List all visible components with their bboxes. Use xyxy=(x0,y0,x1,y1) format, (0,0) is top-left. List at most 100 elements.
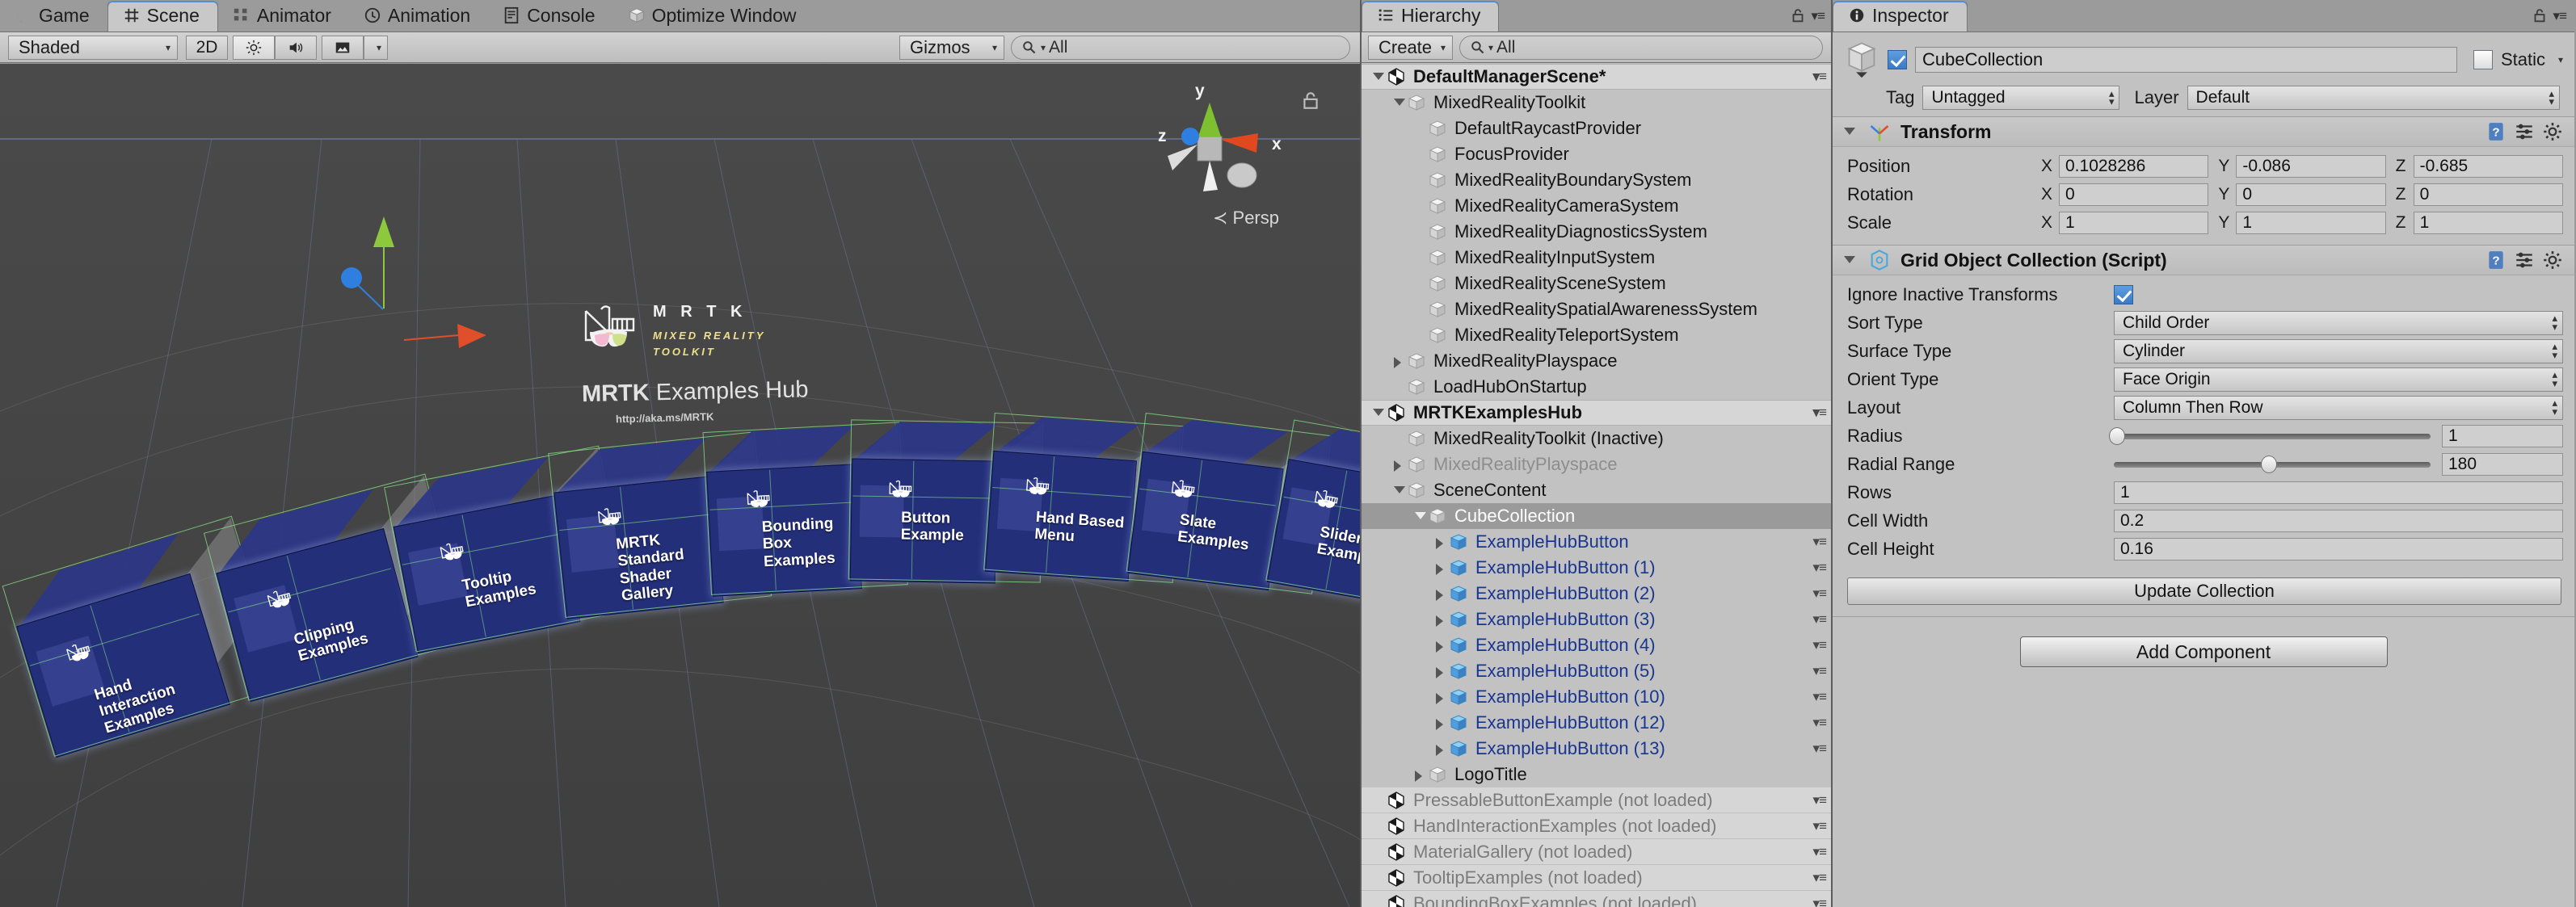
chevron-right-icon[interactable] xyxy=(1433,715,1449,731)
hierarchy-row[interactable]: MRTKExamplesHub▾≡ xyxy=(1362,400,1831,426)
radial-range-input[interactable]: 180 xyxy=(2442,453,2563,476)
menu-icon[interactable]: ▾≡ xyxy=(1813,611,1826,628)
menu-icon[interactable]: ▾≡ xyxy=(1813,560,1826,576)
effects-dropdown-button[interactable]: ▾ xyxy=(364,36,388,60)
hierarchy-row[interactable]: ExampleHubButton (3)▾≡ xyxy=(1362,607,1831,632)
position-x-input[interactable]: 0.1028286 xyxy=(2059,155,2208,178)
tab-scene[interactable]: Scene xyxy=(107,1,218,31)
hierarchy-row[interactable]: TooltipExamples (not loaded)▾≡ xyxy=(1362,865,1831,891)
tab-optimize-window[interactable]: Optimize Window xyxy=(613,1,814,31)
chevron-right-icon[interactable] xyxy=(1433,560,1449,576)
hierarchy-row[interactable]: MaterialGallery (not loaded)▾≡ xyxy=(1362,839,1831,865)
menu-icon[interactable]: ▾≡ xyxy=(2553,8,2566,24)
menu-icon[interactable]: ▾≡ xyxy=(1813,896,1826,907)
add-component-button[interactable]: Add Component xyxy=(2020,636,2388,667)
hierarchy-search-input[interactable]: ▾ All xyxy=(1459,36,1823,60)
scale-x-input[interactable]: 1 xyxy=(2059,212,2208,234)
move-gizmo-z[interactable] xyxy=(331,258,388,314)
chevron-right-icon[interactable] xyxy=(1433,741,1449,757)
hierarchy-row[interactable]: MixedRealityPlayspace xyxy=(1362,348,1831,374)
chevron-down-icon[interactable] xyxy=(1391,482,1407,498)
menu-icon[interactable]: ▾≡ xyxy=(1813,689,1826,705)
menu-icon[interactable]: ▾≡ xyxy=(1813,792,1826,808)
hierarchy-row[interactable]: ExampleHubButton▾≡ xyxy=(1362,529,1831,555)
tab-game[interactable]: Game xyxy=(0,1,107,31)
menu-icon[interactable]: ▾≡ xyxy=(1813,586,1826,602)
grid-collection-component-header[interactable]: Grid Object Collection (Script) ? xyxy=(1833,245,2574,275)
scene-cube[interactable]: Slate Examples xyxy=(1127,451,1283,590)
chevron-right-icon[interactable] xyxy=(1391,456,1407,472)
chevron-right-icon[interactable] xyxy=(1391,353,1407,369)
hierarchy-row[interactable]: ExampleHubButton (1)▾≡ xyxy=(1362,555,1831,581)
hierarchy-row[interactable]: MixedRealityToolkit (Inactive) xyxy=(1362,426,1831,451)
menu-icon[interactable]: ▾≡ xyxy=(1813,663,1826,679)
hierarchy-row[interactable]: ExampleHubButton (5)▾≡ xyxy=(1362,658,1831,684)
scene-cube[interactable]: MRTK Standard Shader Gallery xyxy=(554,476,723,619)
toggle-2d-button[interactable]: 2D xyxy=(186,36,228,60)
menu-icon[interactable]: ▾≡ xyxy=(1813,405,1826,421)
object-name-input[interactable]: CubeCollection xyxy=(1915,47,2457,73)
radius-slider[interactable] xyxy=(2114,426,2431,447)
projection-mode[interactable]: ≺ Persp xyxy=(1213,208,1279,229)
gizmos-dropdown[interactable]: Gizmos ▾ xyxy=(899,36,1004,60)
object-enabled-checkbox[interactable] xyxy=(1888,50,1907,69)
scene-viewport[interactable]: M R T K MIXED REALITY TOOLKIT MRTK Examp… xyxy=(0,64,1360,907)
chevron-right-icon[interactable] xyxy=(1433,663,1449,679)
cell-height-input[interactable]: 0.16 xyxy=(2114,538,2563,561)
radius-input[interactable]: 1 xyxy=(2442,425,2563,447)
help-icon[interactable]: ? xyxy=(2486,121,2507,142)
lighting-toggle-button[interactable] xyxy=(233,36,275,60)
tab-animator[interactable]: Animator xyxy=(218,1,349,31)
scale-z-input[interactable]: 1 xyxy=(2414,212,2563,234)
menu-icon[interactable]: ▾≡ xyxy=(1813,741,1826,757)
rotation-x-input[interactable]: 0 xyxy=(2059,183,2208,206)
hierarchy-row[interactable]: MixedRealitySpatialAwarenessSystem xyxy=(1362,296,1831,322)
surface-type-dropdown[interactable]: Cylinder ▴▾ xyxy=(2114,339,2563,363)
transform-component-header[interactable]: Transform ? xyxy=(1833,116,2574,147)
hierarchy-row[interactable]: DefaultRaycastProvider xyxy=(1362,115,1831,141)
draw-mode-dropdown[interactable]: Shaded ▾ xyxy=(8,36,178,60)
chevron-down-icon[interactable] xyxy=(1412,508,1428,524)
rows-input[interactable]: 1 xyxy=(2114,481,2563,504)
hierarchy-row[interactable]: ExampleHubButton (10)▾≡ xyxy=(1362,684,1831,710)
create-button[interactable]: Create ▾ xyxy=(1368,36,1453,60)
gear-icon[interactable] xyxy=(2542,250,2563,271)
chevron-right-icon[interactable] xyxy=(1433,534,1449,550)
hierarchy-row[interactable]: DefaultManagerScene*▾≡ xyxy=(1362,64,1831,90)
sort-type-dropdown[interactable]: Child Order ▴▾ xyxy=(2114,311,2563,335)
scene-cube[interactable]: Bounding Box Examples xyxy=(706,464,862,596)
hierarchy-row[interactable]: MixedRealityCameraSystem xyxy=(1362,193,1831,219)
tag-dropdown[interactable]: Untagged ▴▾ xyxy=(1922,86,2119,110)
hierarchy-row[interactable]: ExampleHubButton (2)▾≡ xyxy=(1362,581,1831,607)
hierarchy-row[interactable]: HandInteractionExamples (not loaded)▾≡ xyxy=(1362,813,1831,839)
tab-inspector[interactable]: Inspector xyxy=(1833,1,1968,31)
hierarchy-row[interactable]: MixedRealityTeleportSystem xyxy=(1362,322,1831,348)
menu-icon[interactable]: ▾≡ xyxy=(1813,715,1826,731)
rotation-z-input[interactable]: 0 xyxy=(2414,183,2563,206)
hierarchy-row[interactable]: SceneContent xyxy=(1362,477,1831,503)
help-icon[interactable]: ? xyxy=(2486,250,2507,271)
scene-cube[interactable]: Button Example xyxy=(850,458,998,583)
cell-width-input[interactable]: 0.2 xyxy=(2114,510,2563,532)
hierarchy-row[interactable]: PressableButtonExample (not loaded)▾≡ xyxy=(1362,787,1831,813)
hierarchy-row[interactable]: MixedRealityDiagnosticsSystem xyxy=(1362,219,1831,245)
hierarchy-row[interactable]: ExampleHubButton (12)▾≡ xyxy=(1362,710,1831,736)
audio-toggle-button[interactable] xyxy=(275,36,317,60)
hierarchy-row[interactable]: MixedRealityPlayspace xyxy=(1362,451,1831,477)
chevron-right-icon[interactable] xyxy=(1412,766,1428,783)
hierarchy-row[interactable]: MixedRealityInputSystem xyxy=(1362,245,1831,271)
chevron-down-icon[interactable] xyxy=(1841,252,1858,268)
chevron-down-icon[interactable] xyxy=(1391,94,1407,111)
menu-icon[interactable]: ▾≡ xyxy=(1813,870,1826,886)
hierarchy-row[interactable]: MixedRealityToolkit xyxy=(1362,90,1831,115)
hierarchy-row[interactable]: LogoTitle xyxy=(1362,762,1831,787)
static-checkbox[interactable] xyxy=(2473,50,2493,69)
hierarchy-row[interactable]: CubeCollection xyxy=(1362,503,1831,529)
menu-icon[interactable]: ▾≡ xyxy=(1813,844,1826,860)
ignore-inactive-checkbox[interactable] xyxy=(2114,285,2133,304)
lock-icon[interactable] xyxy=(1789,6,1807,25)
hierarchy-row[interactable]: MixedRealitySceneSystem xyxy=(1362,271,1831,296)
tab-hierarchy[interactable]: Hierarchy xyxy=(1362,1,1499,31)
hierarchy-row[interactable]: MixedRealityBoundarySystem xyxy=(1362,167,1831,193)
preset-icon[interactable] xyxy=(2514,121,2535,142)
